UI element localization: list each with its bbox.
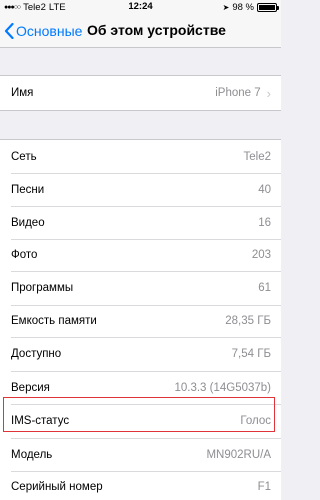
info-row: Версия 10.3.3 (14G5037b) [0,371,281,404]
info-row: Программы 61 [0,271,281,305]
info-row: Сеть Tele2 [0,140,281,173]
battery-info: ➤ 98 % [222,2,279,13]
name-label: Имя [11,87,34,99]
info-label: Версия [11,381,50,394]
info-row: Серийный номер F1 [0,471,281,500]
status-bar: ●●●○○ Tele2 LTE 12:24 ➤ 98 % [0,0,281,14]
page-title: Об этом устройстве [87,22,226,38]
chevron-left-icon [4,23,14,39]
info-label: Фото [11,249,38,261]
info-value: 203 [251,249,271,261]
info-label: Сеть [11,150,37,163]
info-row: Видео 16 [0,206,281,239]
info-label: Модель [11,448,53,461]
info-value: 10.3.3 (14G5037b) [174,381,271,394]
info-row: Модель MN902RU/A [0,438,281,471]
info-row: IMS-статус Голос [0,404,281,438]
name-value: iPhone 7 [215,87,261,99]
info-label: Серийный номер [11,481,103,493]
battery-icon [257,3,279,12]
battery-percent: 98 % [232,2,254,13]
info-value: 16 [258,216,271,229]
info-label: Программы [11,282,74,294]
info-value: 7,54 ГБ [231,348,271,360]
chevron-right-icon: › [266,85,271,101]
info-value: 28,35 ГБ [225,315,271,327]
info-row: Фото 203 [0,239,281,271]
info-value: Голос [240,415,271,427]
info-label: Доступно [11,348,62,360]
info-row: Доступно 7,54 ГБ [0,337,281,371]
info-section: Сеть Tele2 Песни 40 Видео 16 Фото 203 Программы 6… [0,139,281,500]
info-label: IMS-статус [11,415,70,427]
battery-level [259,5,275,10]
info-value: MN902RU/A [206,448,271,461]
navigation-bar: Основные Об этом устройстве [0,14,281,48]
location-icon: ➤ [222,3,230,12]
info-label: Видео [11,216,45,229]
info-value: 61 [258,282,271,294]
info-label: Песни [11,183,45,196]
back-label: Основные [16,23,83,39]
name-row[interactable]: Имя iPhone 7 › [0,76,281,110]
name-section: Имя iPhone 7 › [0,75,281,111]
info-row: Песни 40 [0,173,281,206]
info-value: Tele2 [243,150,272,163]
info-value: 40 [258,183,271,196]
info-value: F1 [257,481,271,493]
back-button[interactable]: Основные [4,21,82,41]
info-label: Емкость памяти [11,315,97,327]
info-row: Емкость памяти 28,35 ГБ [0,305,281,337]
